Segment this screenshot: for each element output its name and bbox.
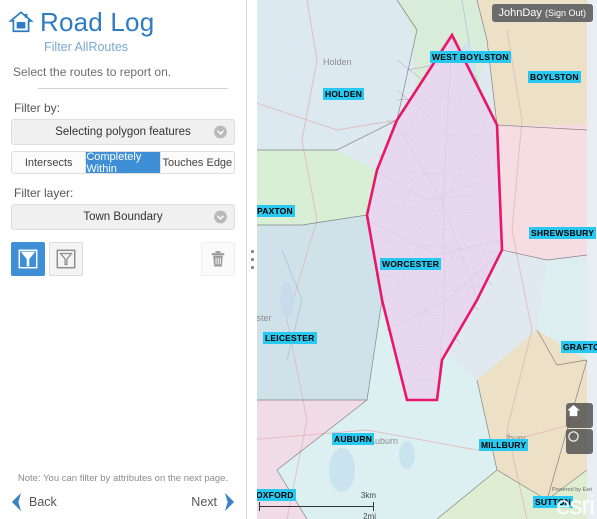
map-town-label: LEICESTER (263, 332, 317, 344)
filter-layer-control-wrap: Town Boundary (0, 204, 246, 230)
map-town-label: OXFORD (254, 489, 296, 501)
locate-button[interactable] (566, 429, 593, 454)
chevron-left-icon (8, 491, 25, 513)
map-town-label: SHREWSBURY (529, 227, 596, 239)
polygon-select-icon (17, 248, 39, 270)
tab-intersects[interactable]: Intersects (12, 152, 86, 173)
chevron-down-icon (213, 210, 228, 225)
home-icon (8, 9, 34, 35)
chevron-down-icon (213, 125, 228, 140)
esri-logo: esri (556, 492, 594, 518)
scale-bar-line (259, 502, 374, 511)
app-branding: Road Log (0, 0, 246, 37)
map-town-label: BOYLSTON (528, 71, 581, 83)
filter-by-control-wrap: Selecting polygon features Intersects Co… (0, 119, 246, 174)
map-town-label: MILLBURY (479, 439, 528, 451)
sign-out-link: (Sign Out) (545, 8, 586, 18)
filter-by-select[interactable]: Selecting polygon features (11, 119, 235, 145)
scale-bar-imperial: 2mi (363, 512, 376, 519)
back-label: Back (29, 495, 57, 509)
panel-footer: Note: You can filter by attributes on th… (0, 473, 246, 519)
scale-bar: 3km 2mi (259, 502, 374, 511)
user-account-badge[interactable]: JohnDay (Sign Out) (492, 4, 594, 22)
next-label: Next (191, 495, 217, 509)
tab-touches-edge[interactable]: Touches Edge (161, 152, 234, 173)
page-title: Road Log (40, 7, 154, 37)
map-town-label-selected: WORCESTER (380, 258, 441, 270)
map-town-label: PAXTON (255, 205, 295, 217)
filter-by-value: Selecting polygon features (55, 126, 191, 138)
map-town-label: HOLDEN (323, 88, 364, 100)
spatial-relationship-tabs: Intersects Completely Within Touches Edg… (11, 151, 235, 174)
user-name: JohnDay (499, 7, 542, 19)
chevron-right-icon (221, 491, 238, 513)
splitter-dot (251, 266, 254, 269)
footer-note: Note: You can filter by attributes on th… (0, 473, 246, 491)
scale-bar-rule (259, 506, 374, 507)
map-town-label: WEST BOYLSTON (430, 51, 511, 63)
next-button[interactable]: Next (191, 491, 238, 513)
filter-layer-value: Town Boundary (83, 211, 162, 223)
trash-icon (208, 249, 228, 269)
filter-by-label: Filter by: (0, 89, 246, 119)
application-root: Road Log Filter AllRoutes Select the rou… (0, 0, 597, 519)
locate-circle-icon (566, 429, 581, 444)
basemap-text: Holden (323, 57, 352, 67)
map-town-label: GRAFTON (561, 341, 597, 353)
home-button[interactable] (566, 403, 593, 428)
scale-bar-metric: 3km (361, 491, 376, 500)
filter-panel: Road Log Filter AllRoutes Select the rou… (0, 0, 247, 519)
splitter-dot (251, 250, 254, 253)
splitter-dot (251, 258, 254, 261)
clear-selection-button[interactable] (201, 242, 235, 276)
back-button[interactable]: Back (8, 491, 57, 513)
map-town-label: AUBURN (332, 433, 374, 445)
home-icon (566, 403, 581, 418)
panel-map-splitter[interactable] (247, 0, 257, 519)
select-by-rectangle-tool[interactable] (49, 242, 83, 276)
panel-instruction: Select the routes to report on. (0, 55, 246, 79)
tab-completely-within[interactable]: Completely Within (86, 152, 160, 173)
filter-layer-select[interactable]: Town Boundary (11, 204, 235, 230)
rectangle-select-icon (55, 248, 77, 270)
page-subtitle: Filter AllRoutes (0, 37, 246, 55)
selection-toolbar (0, 230, 246, 276)
wizard-navigation: Back Next (0, 491, 246, 513)
select-by-polygon-tool[interactable] (11, 242, 45, 276)
filter-layer-label: Filter layer: (0, 174, 246, 204)
map-canvas[interactable]: JohnDay (Sign Out) Holden cester Auburn … (247, 0, 597, 519)
